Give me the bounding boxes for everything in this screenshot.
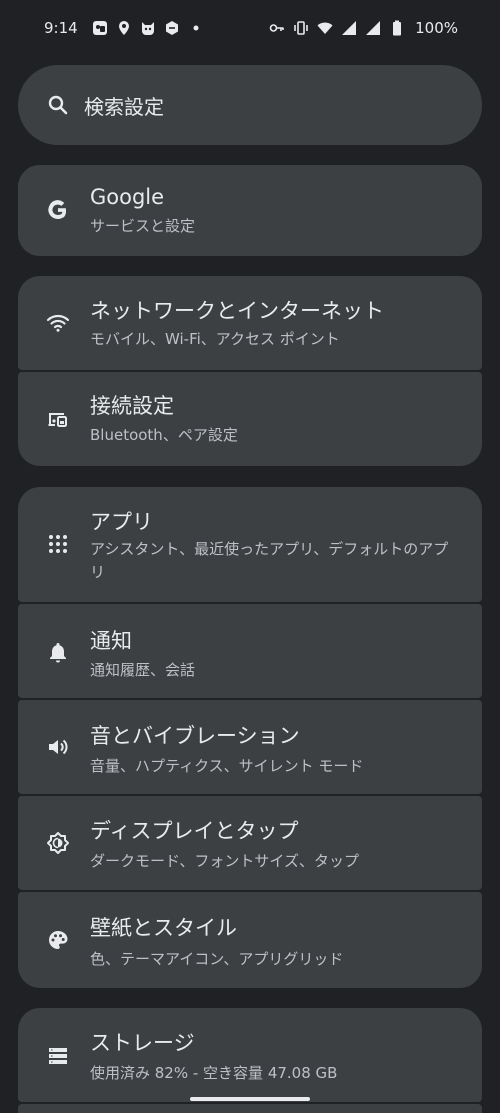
settings-item-next-partial[interactable] — [18, 1104, 482, 1113]
storage-icon — [46, 1044, 70, 1068]
search-settings-bar[interactable]: 検索設定 — [18, 65, 482, 145]
notifications-title: 通知 — [90, 629, 132, 653]
connected-devices-icon — [46, 407, 70, 431]
settings-item-apps[interactable]: アプリ アシスタント、最近使ったアプリ、デフォルトのアプリ — [18, 487, 482, 602]
photos-icon — [92, 20, 108, 36]
settings-item-sound[interactable]: 音とバイブレーション 音量、ハプティクス、サイレント モード — [18, 700, 482, 794]
apps-grid-icon — [46, 532, 70, 556]
google-icon — [46, 198, 70, 222]
network-summary: モバイル、Wi-Fi、アクセス ポイント — [90, 330, 340, 348]
settings-item-notifications[interactable]: 通知 通知履歴、会話 — [18, 604, 482, 698]
vibrate-icon — [293, 20, 309, 36]
connected-devices-title: 接続設定 — [90, 394, 174, 418]
settings-item-display[interactable]: ディスプレイとタップ ダークモード、フォントサイズ、タップ — [18, 796, 482, 890]
wallpaper-title: 壁紙とスタイル — [90, 916, 237, 940]
sound-summary: 音量、ハプティクス、サイレント モード — [90, 757, 364, 775]
google-summary: サービスと設定 — [90, 217, 196, 235]
settings-item-network[interactable]: ネットワークとインターネット モバイル、Wi-Fi、アクセス ポイント — [18, 276, 482, 370]
battery-percent: 100% — [415, 19, 458, 37]
network-title: ネットワークとインターネット — [90, 299, 384, 323]
search-placeholder: 検索設定 — [84, 94, 164, 119]
device-card: アプリ アシスタント、最近使ったアプリ、デフォルトのアプリ 通知 通知履歴、会話… — [18, 487, 482, 988]
hexagon-app-icon — [164, 20, 180, 36]
connected-devices-summary: Bluetooth、ペア設定 — [90, 426, 238, 444]
wifi-icon — [46, 311, 70, 335]
storage-summary: 使用済み 82% - 空き容量 47.08 GB — [90, 1064, 338, 1082]
apps-summary: アシスタント、最近使ったアプリ、デフォルトのアプリ — [90, 540, 449, 581]
storage-title: ストレージ — [90, 1031, 195, 1055]
status-bar-left: 9:14 — [44, 19, 204, 37]
location-icon — [116, 20, 132, 36]
status-bar: 9:14 100% — [0, 0, 500, 56]
google-card: Google サービスと設定 — [18, 165, 482, 256]
home-gesture-bar[interactable] — [190, 1097, 310, 1101]
wifi-icon — [317, 20, 333, 36]
signal-icon — [341, 20, 357, 36]
connectivity-card: ネットワークとインターネット モバイル、Wi-Fi、アクセス ポイント 接続設定… — [18, 276, 482, 466]
dot-icon — [188, 20, 204, 36]
settings-item-connected-devices[interactable]: 接続設定 Bluetooth、ペア設定 — [18, 372, 482, 466]
signal-icon — [365, 20, 381, 36]
bell-icon — [46, 640, 70, 664]
palette-icon — [46, 928, 70, 952]
settings-item-google[interactable]: Google サービスと設定 — [18, 165, 482, 256]
search-icon — [46, 93, 70, 117]
wallpaper-summary: 色、テーマアイコン、アプリグリッド — [90, 950, 344, 968]
settings-item-storage[interactable]: ストレージ 使用済み 82% - 空き容量 47.08 GB — [18, 1008, 482, 1102]
settings-item-wallpaper[interactable]: 壁紙とスタイル 色、テーマアイコン、アプリグリッド — [18, 892, 482, 988]
display-summary: ダークモード、フォントサイズ、タップ — [90, 852, 359, 870]
display-title: ディスプレイとタップ — [90, 819, 299, 843]
brightness-icon — [46, 831, 70, 855]
clock: 9:14 — [44, 19, 78, 37]
cat-app-icon — [140, 20, 156, 36]
status-bar-right: 100% — [269, 19, 458, 37]
battery-icon — [389, 20, 405, 36]
sound-title: 音とバイブレーション — [90, 724, 300, 748]
volume-icon — [46, 735, 70, 759]
apps-title: アプリ — [90, 510, 153, 534]
vpn-key-icon — [269, 20, 285, 36]
notifications-summary: 通知履歴、会話 — [90, 661, 196, 679]
google-title: Google — [90, 185, 165, 209]
